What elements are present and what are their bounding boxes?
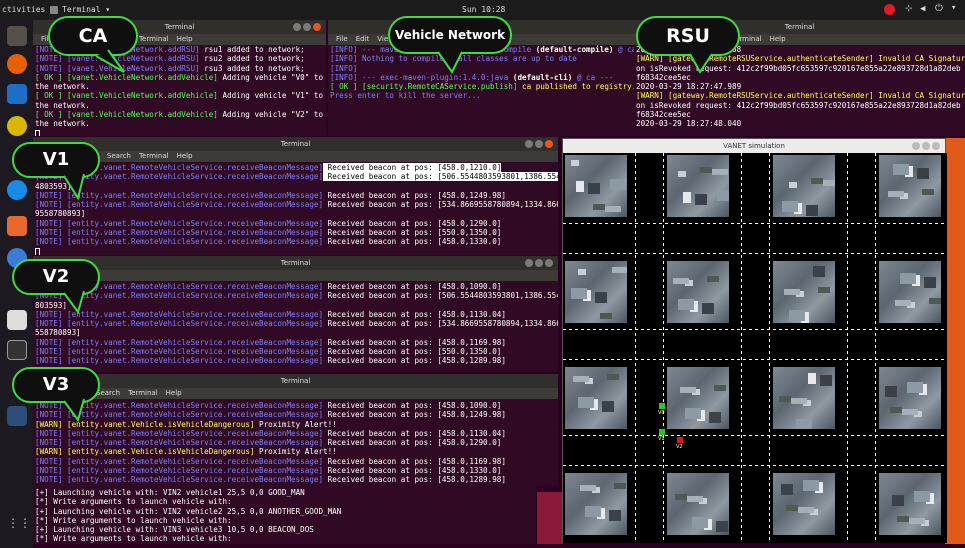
rsu-callout-tail: [689, 53, 713, 74]
ca-callout-tail: [95, 49, 125, 73]
desktop: ctivities Terminal ▾ Sun 10:28 ⊹ ◀ ⏻ ▾ ⋮…: [0, 0, 965, 548]
callout-tails: [63, 49, 713, 423]
v2-callout-tail: [63, 290, 85, 315]
network-callout-tail: [437, 51, 463, 74]
v1-callout-tail: [63, 173, 85, 201]
v3-callout-tail: [63, 398, 85, 423]
